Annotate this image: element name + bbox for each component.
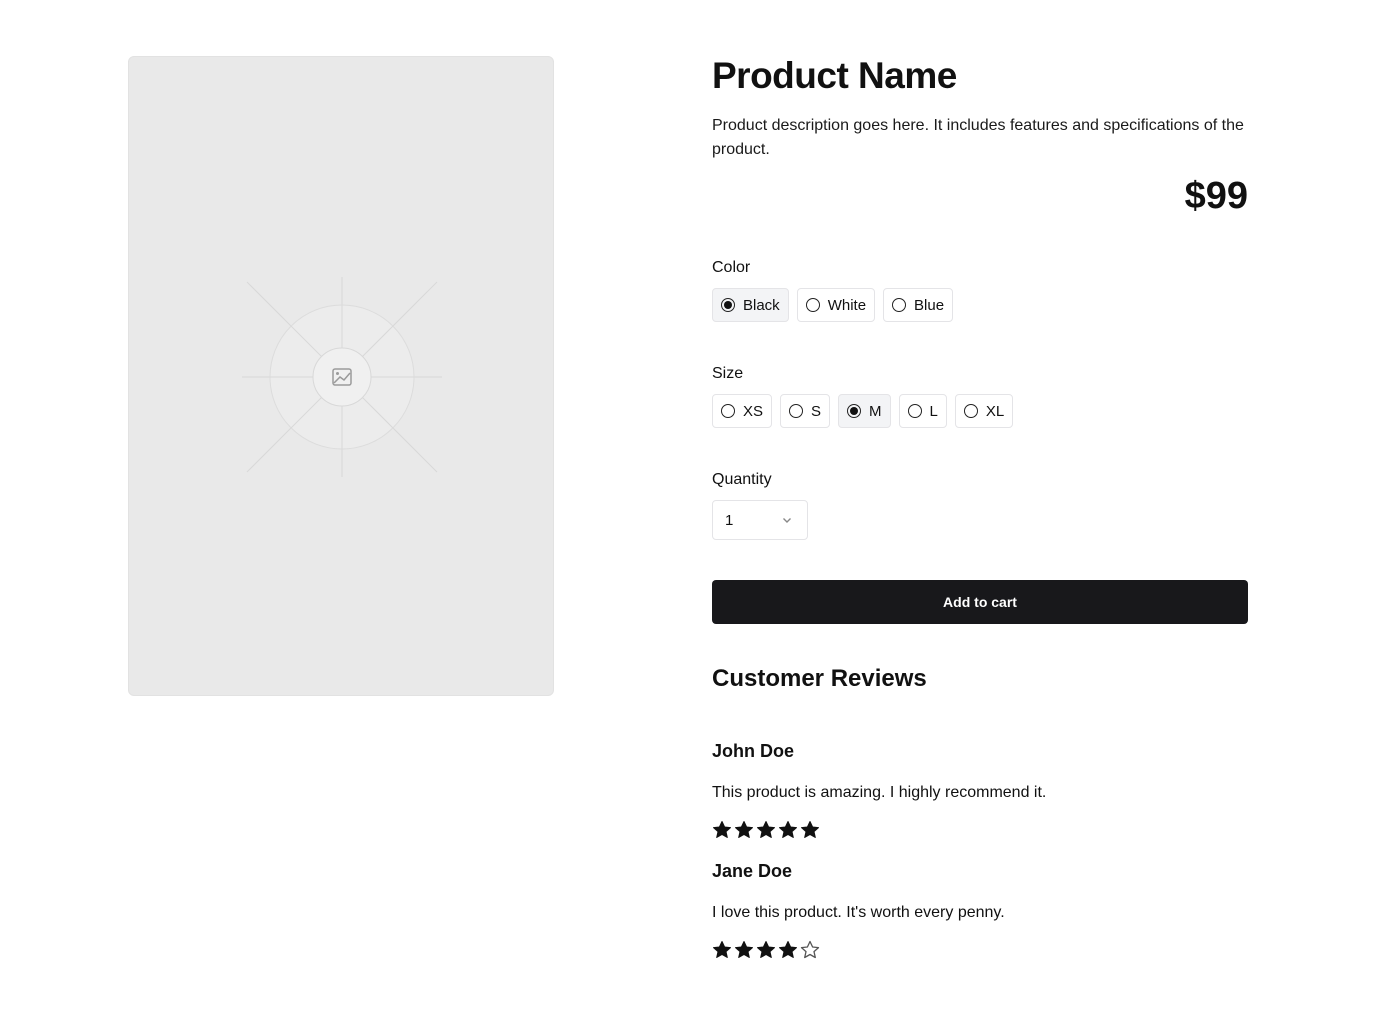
- review-text: This product is amazing. I highly recomm…: [712, 784, 1047, 801]
- color-options: Black White Blue: [712, 288, 954, 322]
- radio-icon: [805, 298, 820, 312]
- star-filled-icon: [713, 941, 731, 958]
- size-option-label: S: [811, 402, 822, 420]
- star-filled-icon: [757, 821, 775, 838]
- quantity-select[interactable]: 1: [712, 500, 808, 540]
- color-option-white[interactable]: White: [796, 288, 876, 322]
- size-options: XS S M L XL: [712, 394, 1014, 428]
- radio-icon: [721, 404, 735, 418]
- star-filled-icon: [735, 821, 753, 838]
- radio-icon: [963, 404, 978, 418]
- size-option-label: XL: [985, 402, 1005, 420]
- star-filled-icon: [801, 821, 819, 838]
- product-image: [128, 56, 554, 696]
- chevron-down-icon: [783, 518, 791, 523]
- radio-icon: [721, 298, 735, 312]
- size-option-xl[interactable]: XL: [954, 394, 1014, 428]
- star-rating: [712, 820, 820, 840]
- star-filled-icon: [735, 941, 753, 958]
- reviewer-name: Jane Doe: [712, 861, 793, 881]
- product-title: Product Name: [712, 55, 957, 96]
- quantity-value: 1: [725, 511, 734, 529]
- color-option-label: Blue: [914, 296, 945, 314]
- image-placeholder-graphic: [242, 277, 442, 477]
- size-option-xs[interactable]: XS: [712, 394, 773, 428]
- color-option-black[interactable]: Black: [712, 288, 789, 322]
- review-text: I love this product. It's worth every pe…: [712, 904, 1005, 921]
- size-option-label: L: [929, 402, 938, 420]
- add-to-cart-button[interactable]: Add to cart: [712, 580, 1248, 624]
- color-option-blue[interactable]: Blue: [883, 288, 954, 322]
- star-filled-icon: [713, 821, 731, 838]
- star-filled-icon: [779, 941, 797, 958]
- reviews-title: Customer Reviews: [712, 665, 927, 692]
- reviewer-name: John Doe: [712, 741, 795, 761]
- size-option-label: XS: [743, 402, 764, 420]
- radio-icon: [847, 404, 862, 418]
- radio-icon: [907, 404, 922, 418]
- size-option-m[interactable]: M: [838, 394, 891, 428]
- product-price: $99: [1184, 175, 1248, 217]
- color-option-label: Black: [743, 296, 780, 314]
- color-label: Color: [712, 259, 751, 276]
- radio-icon: [789, 404, 804, 418]
- size-option-s[interactable]: S: [780, 394, 831, 428]
- star-filled-icon: [779, 821, 797, 838]
- size-option-l[interactable]: L: [898, 394, 947, 428]
- star-filled-icon: [757, 941, 775, 958]
- quantity-label: Quantity: [712, 471, 772, 488]
- radio-icon: [892, 298, 907, 312]
- star-rating: [712, 940, 820, 960]
- product-description: Product description goes here. It includ…: [712, 117, 1244, 158]
- star-empty-icon: [800, 940, 820, 959]
- size-option-label: M: [869, 402, 882, 420]
- size-label: Size: [712, 365, 744, 382]
- color-option-label: White: [827, 296, 867, 314]
